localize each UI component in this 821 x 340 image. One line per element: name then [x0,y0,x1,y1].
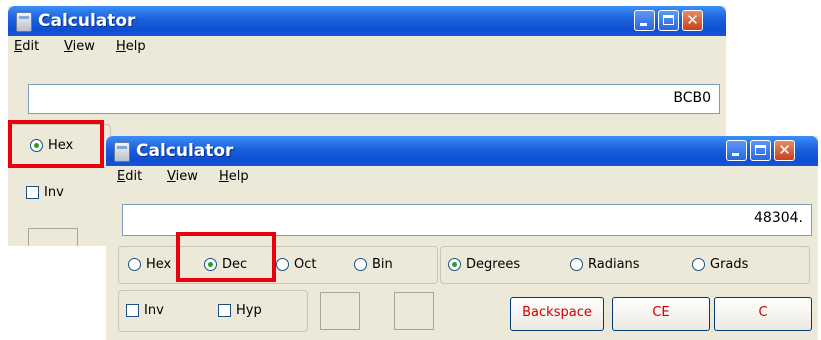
c-button[interactable]: C [714,297,812,331]
minimize-icon [732,153,739,156]
check-inv[interactable]: Inv [126,303,164,318]
menu-view[interactable]: View [64,39,95,54]
close-button[interactable]: ✕ [774,140,795,161]
back-display: BCB0 [28,84,720,114]
menu-help[interactable]: Help [219,169,249,184]
checkbox-icon [26,186,39,199]
ce-button[interactable]: CE [612,297,710,331]
menu-view[interactable]: View [167,169,198,184]
backspace-button[interactable]: Backspace [510,297,604,331]
checkbox-icon [218,304,231,317]
minimize-button[interactable] [726,140,747,161]
checkbox-icon [126,304,139,317]
radio-oct[interactable]: Oct [276,257,316,272]
radio-grads[interactable]: Grads [692,257,748,272]
front-window-title: Calculator [136,141,234,161]
memory-indicator-box [320,292,360,330]
radio-bin[interactable]: Bin [354,257,393,272]
radio-hex-label: Hex [146,257,172,272]
close-button[interactable]: ✕ [682,10,703,31]
highlight-hex [8,120,104,168]
maximize-icon [755,145,766,155]
close-icon: ✕ [778,141,791,159]
radio-grads-label: Grads [710,257,749,272]
radio-hex[interactable]: Hex [128,257,171,272]
radio-radians[interactable]: Radians [570,257,640,272]
back-blank-box [28,228,78,246]
radio-icon [570,258,583,271]
radio-icon [692,258,705,271]
back-inv-label: Inv [44,185,64,200]
menu-help[interactable]: Help [116,39,146,54]
minimize-button[interactable] [634,10,655,31]
check-inv-label: Inv [144,303,164,318]
radio-radians-label: Radians [588,257,640,272]
back-window-title: Calculator [38,11,136,31]
minimize-icon [640,23,647,26]
parenthesis-indicator-box [394,292,434,330]
close-icon: ✕ [686,11,699,29]
radio-icon [276,258,289,271]
check-hyp[interactable]: Hyp [218,303,262,318]
maximize-button[interactable] [658,10,679,31]
back-check-inv[interactable]: Inv [26,185,64,200]
back-menu-bar: Edit View Help [8,36,726,58]
radio-selected-icon [448,258,461,271]
radio-icon [354,258,367,271]
menu-edit[interactable]: Edit [14,39,39,54]
radio-oct-label: Oct [294,257,317,272]
front-title-bar[interactable]: Calculator ✕ [106,136,818,166]
radio-degrees[interactable]: Degrees [448,257,520,272]
back-title-bar[interactable]: Calculator ✕ [8,6,726,36]
radio-icon [128,258,141,271]
radio-bin-label: Bin [372,257,393,272]
radio-degrees-label: Degrees [466,257,521,272]
menu-edit[interactable]: Edit [117,169,142,184]
calculator-icon [114,142,130,162]
maximize-icon [663,15,674,25]
calculator-icon [16,12,32,32]
highlight-dec [176,232,276,282]
check-hyp-label: Hyp [236,303,262,318]
front-menu-bar: Edit View Help [106,166,818,188]
maximize-button[interactable] [750,140,771,161]
